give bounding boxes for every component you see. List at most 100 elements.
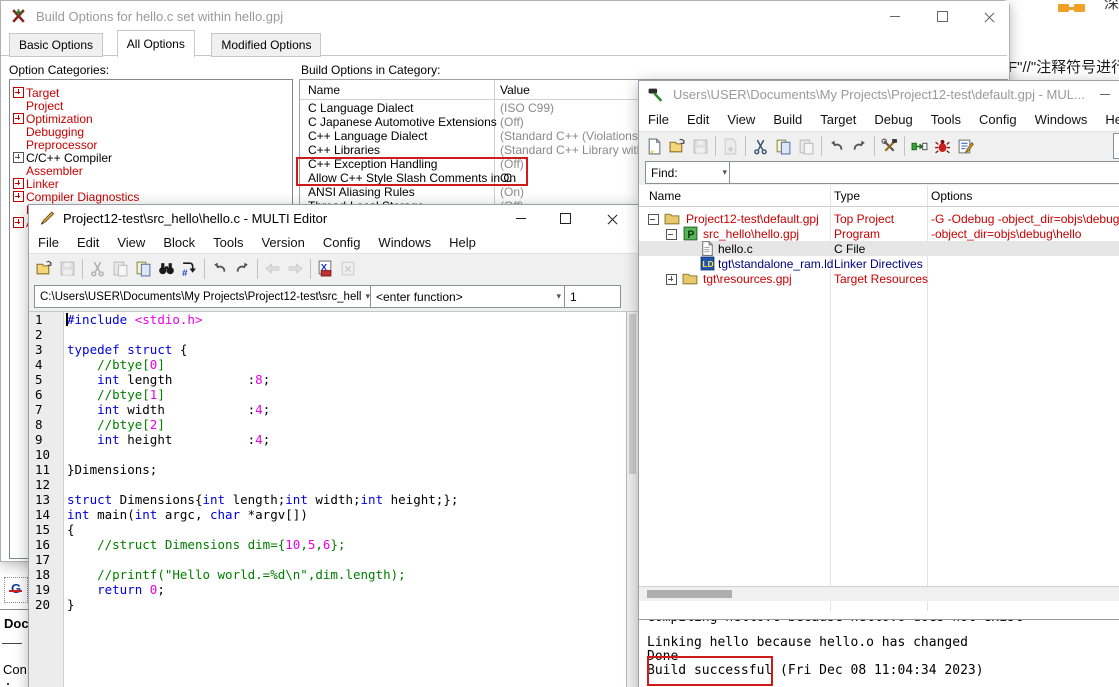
expander-icon[interactable] xyxy=(13,87,24,98)
tab-all-options[interactable]: All Options xyxy=(117,30,195,57)
category-item-linker[interactable]: Linker xyxy=(26,177,59,190)
tree-horizontal-scrollbar[interactable] xyxy=(639,586,1119,601)
line-number-box[interactable]: 1 xyxy=(564,285,621,308)
menu-item-help[interactable]: Help xyxy=(1096,112,1119,127)
category-item-optimization[interactable]: Optimization xyxy=(26,112,93,125)
menu-item-config[interactable]: Config xyxy=(970,112,1026,127)
paste-icon[interactable] xyxy=(795,135,818,157)
expander-icon[interactable] xyxy=(13,217,24,228)
cut-icon[interactable] xyxy=(86,258,109,280)
goto-line-icon[interactable]: # xyxy=(178,258,201,280)
category-item-debugging[interactable]: Debugging xyxy=(26,125,84,138)
tab-modified-options[interactable]: Modified Options xyxy=(211,33,321,57)
expander-icon[interactable] xyxy=(648,214,659,225)
category-item-project[interactable]: Project xyxy=(26,99,63,112)
category-item-preprocessor[interactable]: Preprocessor xyxy=(26,138,97,151)
open-icon[interactable] xyxy=(33,258,56,280)
tab-basic-options[interactable]: Basic Options xyxy=(9,33,103,57)
back-icon[interactable] xyxy=(261,258,284,280)
menu-item-config[interactable]: Config xyxy=(314,235,370,250)
menu-item-build[interactable]: Build xyxy=(764,112,811,127)
paste-icon[interactable] xyxy=(109,258,132,280)
find-input[interactable] xyxy=(729,161,1119,184)
add-file-icon[interactable] xyxy=(719,135,742,157)
menu-item-debug[interactable]: Debug xyxy=(865,112,921,127)
expander-icon[interactable] xyxy=(13,191,24,202)
undo-icon[interactable] xyxy=(825,135,848,157)
editor-scrollbar[interactable] xyxy=(626,312,638,687)
save-icon[interactable] xyxy=(56,258,79,280)
menu-item-view[interactable]: View xyxy=(718,112,764,127)
menu-item-file[interactable]: File xyxy=(29,235,68,250)
file-path-combo[interactable]: C:\Users\USER\Documents\My Projects\Proj… xyxy=(34,285,376,308)
tree-header-type[interactable]: Type xyxy=(834,189,860,203)
tree-header-name[interactable]: Name xyxy=(649,189,681,203)
build-icon[interactable] xyxy=(878,135,901,157)
menu-item-edit[interactable]: Edit xyxy=(678,112,718,127)
editor-close-button[interactable] xyxy=(594,205,630,231)
redo-icon[interactable] xyxy=(848,135,871,157)
category-item-compiler-diagnostics[interactable]: Compiler Diagnostics xyxy=(26,190,139,203)
redo-icon[interactable] xyxy=(231,258,254,280)
undo-icon[interactable] xyxy=(208,258,231,280)
expander-icon[interactable] xyxy=(13,178,24,189)
project-tree[interactable]: Name Type Options Project12-test\default… xyxy=(639,185,1119,611)
maximize-button[interactable] xyxy=(924,3,960,29)
expander-icon[interactable] xyxy=(13,113,24,124)
find-icon[interactable] xyxy=(155,258,178,280)
connect-icon[interactable] xyxy=(908,135,931,157)
copy-icon[interactable] xyxy=(132,258,155,280)
menu-item-view[interactable]: View xyxy=(108,235,154,250)
project-minimize-button[interactable] xyxy=(1087,81,1119,107)
g-desktop-icon[interactable]: G xyxy=(4,577,28,603)
menu-item-edit[interactable]: Edit xyxy=(68,235,108,250)
builder-star-icon xyxy=(7,5,30,27)
tree-row-src-hello-hello-gpj[interactable]: Psrc_hello\hello.gpjProgram-object_dir=o… xyxy=(639,226,1119,241)
menu-item-tools[interactable]: Tools xyxy=(922,112,970,127)
menu-item-windows[interactable]: Windows xyxy=(1026,112,1097,127)
close-button[interactable] xyxy=(971,3,1007,29)
minimize-button[interactable] xyxy=(877,3,913,29)
editor-maximize-button[interactable] xyxy=(547,205,583,231)
menu-item-target[interactable]: Target xyxy=(811,112,865,127)
new-file-icon[interactable] xyxy=(643,135,666,157)
tree-item-name: src_hello\hello.gpj xyxy=(703,227,799,241)
open-icon[interactable] xyxy=(666,135,689,157)
menu-item-version[interactable]: Version xyxy=(252,235,313,250)
function-combo[interactable]: <enter function> ▾ xyxy=(370,285,567,308)
menu-item-tools[interactable]: Tools xyxy=(204,235,252,250)
menu-item-block[interactable]: Block xyxy=(154,235,204,250)
close-file-icon[interactable] xyxy=(337,258,360,280)
column-header-value[interactable]: Value xyxy=(500,83,530,97)
category-item-target[interactable]: Target xyxy=(26,86,59,99)
find-combo[interactable]: Find: ▾ xyxy=(645,161,733,184)
line-number: 1 xyxy=(35,312,43,327)
editor-icon[interactable] xyxy=(954,135,977,157)
tree-header-options[interactable]: Options xyxy=(931,189,972,203)
tree-row-tgt-resources-gpj[interactable]: tgt\resources.gpjTarget Resources xyxy=(639,271,1119,286)
forward-icon[interactable] xyxy=(284,258,307,280)
editor-minimize-button[interactable] xyxy=(503,205,539,231)
menu-item-help[interactable]: Help xyxy=(440,235,485,250)
category-item-c-c-compiler[interactable]: C/C++ Compiler xyxy=(26,151,112,164)
build-output-panel[interactable]: Compiling hello.c because hello.o does n… xyxy=(639,619,1119,687)
build-options-titlebar[interactable]: Build Options for hello.c set within hel… xyxy=(1,1,1009,31)
column-header-name[interactable]: Name xyxy=(308,83,340,97)
tree-row-tgt-standalone-ram-ld[interactable]: LDtgt\standalone_ram.ldLinker Directives xyxy=(639,256,1119,271)
expander-icon[interactable] xyxy=(13,152,24,163)
copy-icon[interactable] xyxy=(772,135,795,157)
save-icon[interactable] xyxy=(689,135,712,157)
cut-icon[interactable] xyxy=(749,135,772,157)
tree-row-project12-test-default-gpj[interactable]: Project12-test\default.gpjTop Project-G … xyxy=(639,211,1119,226)
menu-item-windows[interactable]: Windows xyxy=(369,235,440,250)
debug-icon[interactable] xyxy=(931,135,954,157)
menu-item-file[interactable]: File xyxy=(639,112,678,127)
category-item-assembler[interactable]: Assembler xyxy=(26,164,83,177)
code-line: typedef struct { xyxy=(67,342,187,357)
export-excel-icon[interactable]: X xyxy=(314,258,337,280)
expander-icon[interactable] xyxy=(666,274,677,285)
tree-row-hello-c[interactable]: hello.cC File xyxy=(639,241,1119,256)
line-number: 20 xyxy=(35,597,50,612)
project-titlebar[interactable]: Users\USER\Documents\My Projects\Project… xyxy=(639,81,1119,107)
expander-icon[interactable] xyxy=(666,229,677,240)
